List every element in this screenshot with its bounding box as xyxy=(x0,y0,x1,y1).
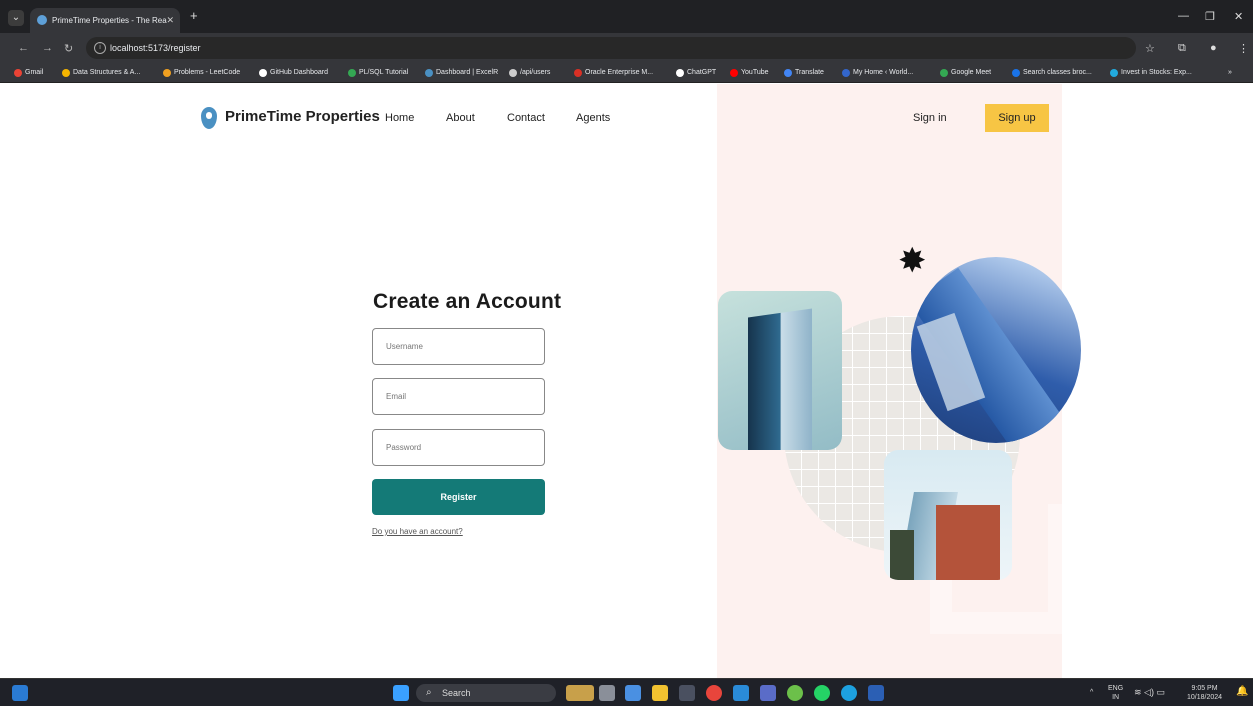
bookmark-icon xyxy=(1110,69,1118,77)
clock[interactable]: 9:05 PM 10/18/2024 xyxy=(1187,684,1222,702)
minimize-icon[interactable]: — xyxy=(1178,10,1189,22)
login-link[interactable]: Do you have an account? xyxy=(372,527,463,536)
whatsapp-icon[interactable] xyxy=(814,685,830,701)
starburst-icon: ✸ xyxy=(898,242,927,280)
bookmark-item[interactable]: YouTube xyxy=(730,63,769,82)
copilot-icon[interactable] xyxy=(625,685,641,701)
bookmark-item[interactable]: PL/SQL Tutorial xyxy=(348,63,408,82)
address-bar-row: ← → ↻ i localhost:5173/register ☆ ⧉ ● ⋮ xyxy=(0,33,1253,63)
bookmarks-bar: Gmail Data Structures & A... Problems - … xyxy=(0,63,1253,83)
notification-icon[interactable]: 🔔 xyxy=(1236,687,1248,697)
profile-avatar-icon[interactable]: ● xyxy=(1210,42,1217,54)
bookmark-item[interactable]: Problems - LeetCode xyxy=(163,63,240,82)
bookmark-icon xyxy=(940,69,948,77)
page-title: Create an Account xyxy=(373,290,562,313)
tower-image xyxy=(718,291,842,450)
bookmark-item[interactable]: Google Meet xyxy=(940,63,991,82)
tab-title: PrimeTime Properties - The Rea xyxy=(52,16,167,25)
file-explorer-icon[interactable] xyxy=(652,685,668,701)
url-text: localhost:5173/register xyxy=(110,43,201,53)
web-page: PrimeTime Properties Home About Contact … xyxy=(0,84,1253,678)
signup-button[interactable]: Sign up xyxy=(985,104,1049,132)
username-field[interactable] xyxy=(372,328,545,365)
logo-icon xyxy=(201,107,217,129)
reload-icon[interactable]: ↻ xyxy=(64,42,73,55)
bookmark-icon xyxy=(163,69,171,77)
taskbar: ⌕ Search ^ ENG IN ≋ ◁) ▭ 9:05 PM 10/18/202… xyxy=(0,678,1253,706)
url-field[interactable]: i localhost:5173/register xyxy=(86,37,1136,59)
browser-tab[interactable]: PrimeTime Properties - The Rea ✕ xyxy=(30,8,180,33)
nav-link-agents[interactable]: Agents xyxy=(576,112,610,124)
bookmark-star-icon[interactable]: ☆ xyxy=(1145,42,1155,55)
word-icon[interactable] xyxy=(868,685,884,701)
taskbar-search[interactable]: ⌕ Search xyxy=(416,684,556,702)
bookmark-item[interactable]: Dashboard | ExcelR xyxy=(425,63,498,82)
glass-building-image xyxy=(911,257,1081,443)
site-favicon-icon xyxy=(37,15,47,25)
nav-link-about[interactable]: About xyxy=(446,112,475,124)
bookmark-icon xyxy=(348,69,356,77)
store-icon[interactable] xyxy=(679,685,695,701)
site-info-icon[interactable]: i xyxy=(94,42,106,54)
bookmark-icon xyxy=(574,69,582,77)
more-bookmarks-button[interactable]: » xyxy=(1228,63,1232,82)
bookmark-item[interactable]: Invest in Stocks: Exp... xyxy=(1110,63,1192,82)
bookmark-icon xyxy=(730,69,738,77)
register-button[interactable]: Register xyxy=(372,479,545,515)
browser-tab-bar: ⌄ PrimeTime Properties - The Rea ✕ + — ❐… xyxy=(0,0,1253,33)
bookmark-item[interactable]: Oracle Enterprise M... xyxy=(574,63,653,82)
app-icon[interactable] xyxy=(787,685,803,701)
bookmark-item[interactable]: GitHub Dashboard xyxy=(259,63,328,82)
vscode-icon[interactable] xyxy=(733,685,749,701)
news-icon[interactable] xyxy=(566,685,594,701)
extensions-icon[interactable]: ⧉ xyxy=(1178,42,1186,55)
bookmark-icon xyxy=(842,69,850,77)
email-field[interactable] xyxy=(372,378,545,415)
bookmark-item[interactable]: Data Structures & A... xyxy=(62,63,140,82)
nav-link-contact[interactable]: Contact xyxy=(507,112,545,124)
app-icon[interactable] xyxy=(760,685,776,701)
nav-link-home[interactable]: Home xyxy=(385,112,414,124)
bookmark-icon xyxy=(425,69,433,77)
forward-icon[interactable]: → xyxy=(42,42,53,54)
edge-icon[interactable] xyxy=(841,685,857,701)
network-volume-battery-icons[interactable]: ≋ ◁) ▭ xyxy=(1134,688,1165,697)
bookmark-icon xyxy=(1012,69,1020,77)
brand-name: PrimeTime Properties xyxy=(225,108,380,125)
taskbar-search-label: Search xyxy=(442,688,471,698)
bookmark-item[interactable]: Gmail xyxy=(14,63,43,82)
search-icon: ⌕ xyxy=(426,687,432,698)
bookmark-icon xyxy=(509,69,517,77)
bookmark-icon xyxy=(676,69,684,77)
close-window-icon[interactable]: ✕ xyxy=(1234,10,1243,23)
restore-icon[interactable]: ❐ xyxy=(1205,10,1215,23)
new-tab-button[interactable]: + xyxy=(190,8,198,23)
task-view-icon[interactable] xyxy=(599,685,615,701)
start-icon[interactable] xyxy=(393,685,409,701)
chrome-icon[interactable] xyxy=(706,685,722,701)
bookmark-icon xyxy=(62,69,70,77)
bookmark-item[interactable]: ChatGPT xyxy=(676,63,716,82)
tab-search-icon[interactable]: ⌄ xyxy=(8,10,24,26)
brick-building-image xyxy=(884,450,1012,580)
tray-overflow-icon[interactable]: ^ xyxy=(1090,688,1093,697)
signin-link[interactable]: Sign in xyxy=(913,112,947,124)
bookmark-item[interactable]: Search classes broc... xyxy=(1012,63,1092,82)
close-tab-icon[interactable]: ✕ xyxy=(166,8,174,33)
bookmark-item[interactable]: /api/users xyxy=(509,63,550,82)
widgets-icon[interactable] xyxy=(12,685,28,701)
language-indicator[interactable]: ENG IN xyxy=(1108,684,1123,702)
back-icon[interactable]: ← xyxy=(18,42,29,54)
bookmark-item[interactable]: Translate xyxy=(784,63,824,82)
bookmark-icon xyxy=(784,69,792,77)
bookmark-icon xyxy=(259,69,267,77)
bookmark-item[interactable]: My Home ‹ World... xyxy=(842,63,913,82)
browser-menu-icon[interactable]: ⋮ xyxy=(1238,42,1249,55)
password-field[interactable] xyxy=(372,429,545,466)
bookmark-icon xyxy=(14,69,22,77)
